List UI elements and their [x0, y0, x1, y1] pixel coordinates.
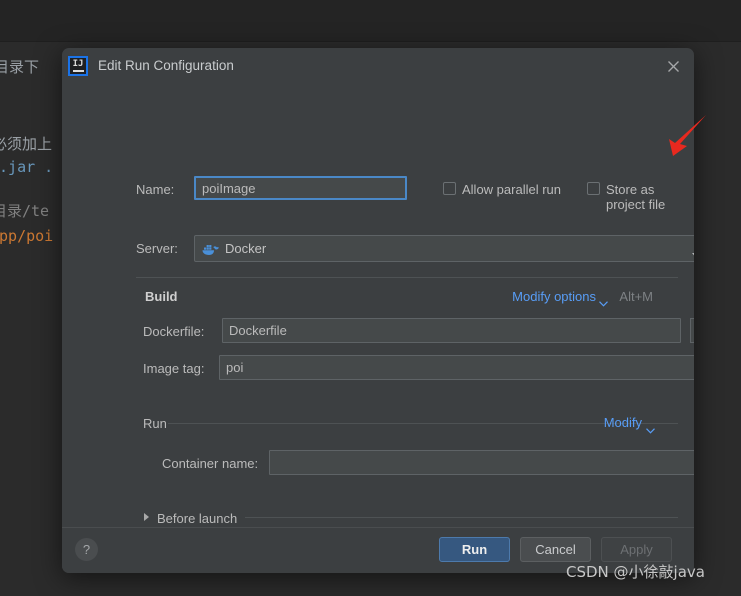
store-as-project-file-checkbox[interactable]	[587, 182, 600, 195]
close-icon[interactable]	[664, 57, 683, 76]
image-tag-value: poi	[226, 360, 244, 375]
name-input-value: poiImage	[202, 180, 256, 196]
help-button[interactable]: ?	[75, 538, 98, 561]
editor-text-line: 目录下	[0, 58, 40, 76]
modify-link[interactable]: Modify	[604, 415, 642, 430]
chevron-down-icon	[692, 247, 694, 265]
intellij-logo-bar	[72, 70, 84, 72]
modify-options-shortcut: Alt+M	[619, 289, 653, 304]
watermark: CSDN @小徐敲java	[566, 563, 705, 581]
dockerfile-value: Dockerfile	[229, 323, 287, 338]
cancel-button[interactable]: Cancel	[520, 537, 591, 562]
dockerfile-input[interactable]: Dockerfile	[222, 318, 681, 343]
server-label: Server:	[136, 241, 178, 256]
docker-whale-icon	[202, 242, 219, 256]
allow-parallel-run-label[interactable]: Allow parallel run	[462, 182, 561, 197]
editor-text-line: 目录/te	[0, 202, 50, 220]
dialog-title-bar: IJ Edit Run Configuration	[62, 48, 694, 85]
container-name-label: Container name:	[162, 456, 259, 471]
run-button[interactable]: Run	[439, 537, 510, 562]
intellij-idea-logo-icon: IJ	[68, 56, 88, 76]
dialog-body: Name: poiImage Allow parallel run Store …	[62, 85, 694, 527]
editor-text-line: app/poi	[0, 227, 54, 245]
store-as-project-file-label[interactable]: Store as project file	[606, 182, 694, 212]
editor-text-line: 必须加上	[0, 135, 53, 153]
allow-parallel-run-checkbox[interactable]	[443, 182, 456, 195]
modify-options-link[interactable]: Modify options	[512, 289, 596, 304]
name-input[interactable]: poiImage	[194, 176, 407, 200]
ide-top-bar	[0, 0, 741, 42]
cancel-button-label: Cancel	[535, 542, 576, 557]
apply-button-label: Apply	[620, 542, 653, 557]
name-label: Name:	[136, 182, 175, 197]
before-launch-title[interactable]: Before launch	[157, 511, 237, 526]
dockerfile-label: Dockerfile:	[143, 324, 205, 339]
editor-text-line: i.jar .	[0, 158, 54, 176]
image-tag-label: Image tag:	[143, 361, 205, 376]
build-section-title: Build	[145, 289, 178, 304]
server-dropdown[interactable]: Docker	[194, 235, 694, 262]
image-tag-input[interactable]: poi	[219, 355, 694, 380]
build-section-divider	[136, 277, 678, 278]
folder-icon[interactable]	[690, 318, 694, 343]
container-name-input[interactable]	[269, 450, 694, 475]
dialog-title: Edit Run Configuration	[98, 58, 234, 73]
run-section-divider	[168, 423, 678, 424]
before-launch-expander-icon[interactable]	[144, 513, 149, 521]
chevron-down-icon	[599, 294, 608, 312]
server-value: Docker	[225, 241, 267, 256]
apply-button: Apply	[601, 537, 672, 562]
run-button-label: Run	[461, 542, 488, 557]
before-launch-divider	[245, 517, 678, 518]
run-section-title: Run	[143, 416, 167, 431]
intellij-logo-text: IJ	[72, 59, 84, 69]
help-button-label: ?	[82, 542, 91, 557]
chevron-down-icon	[646, 421, 655, 439]
edit-run-configuration-dialog: IJ Edit Run Configuration Name: poiImage…	[62, 48, 694, 573]
